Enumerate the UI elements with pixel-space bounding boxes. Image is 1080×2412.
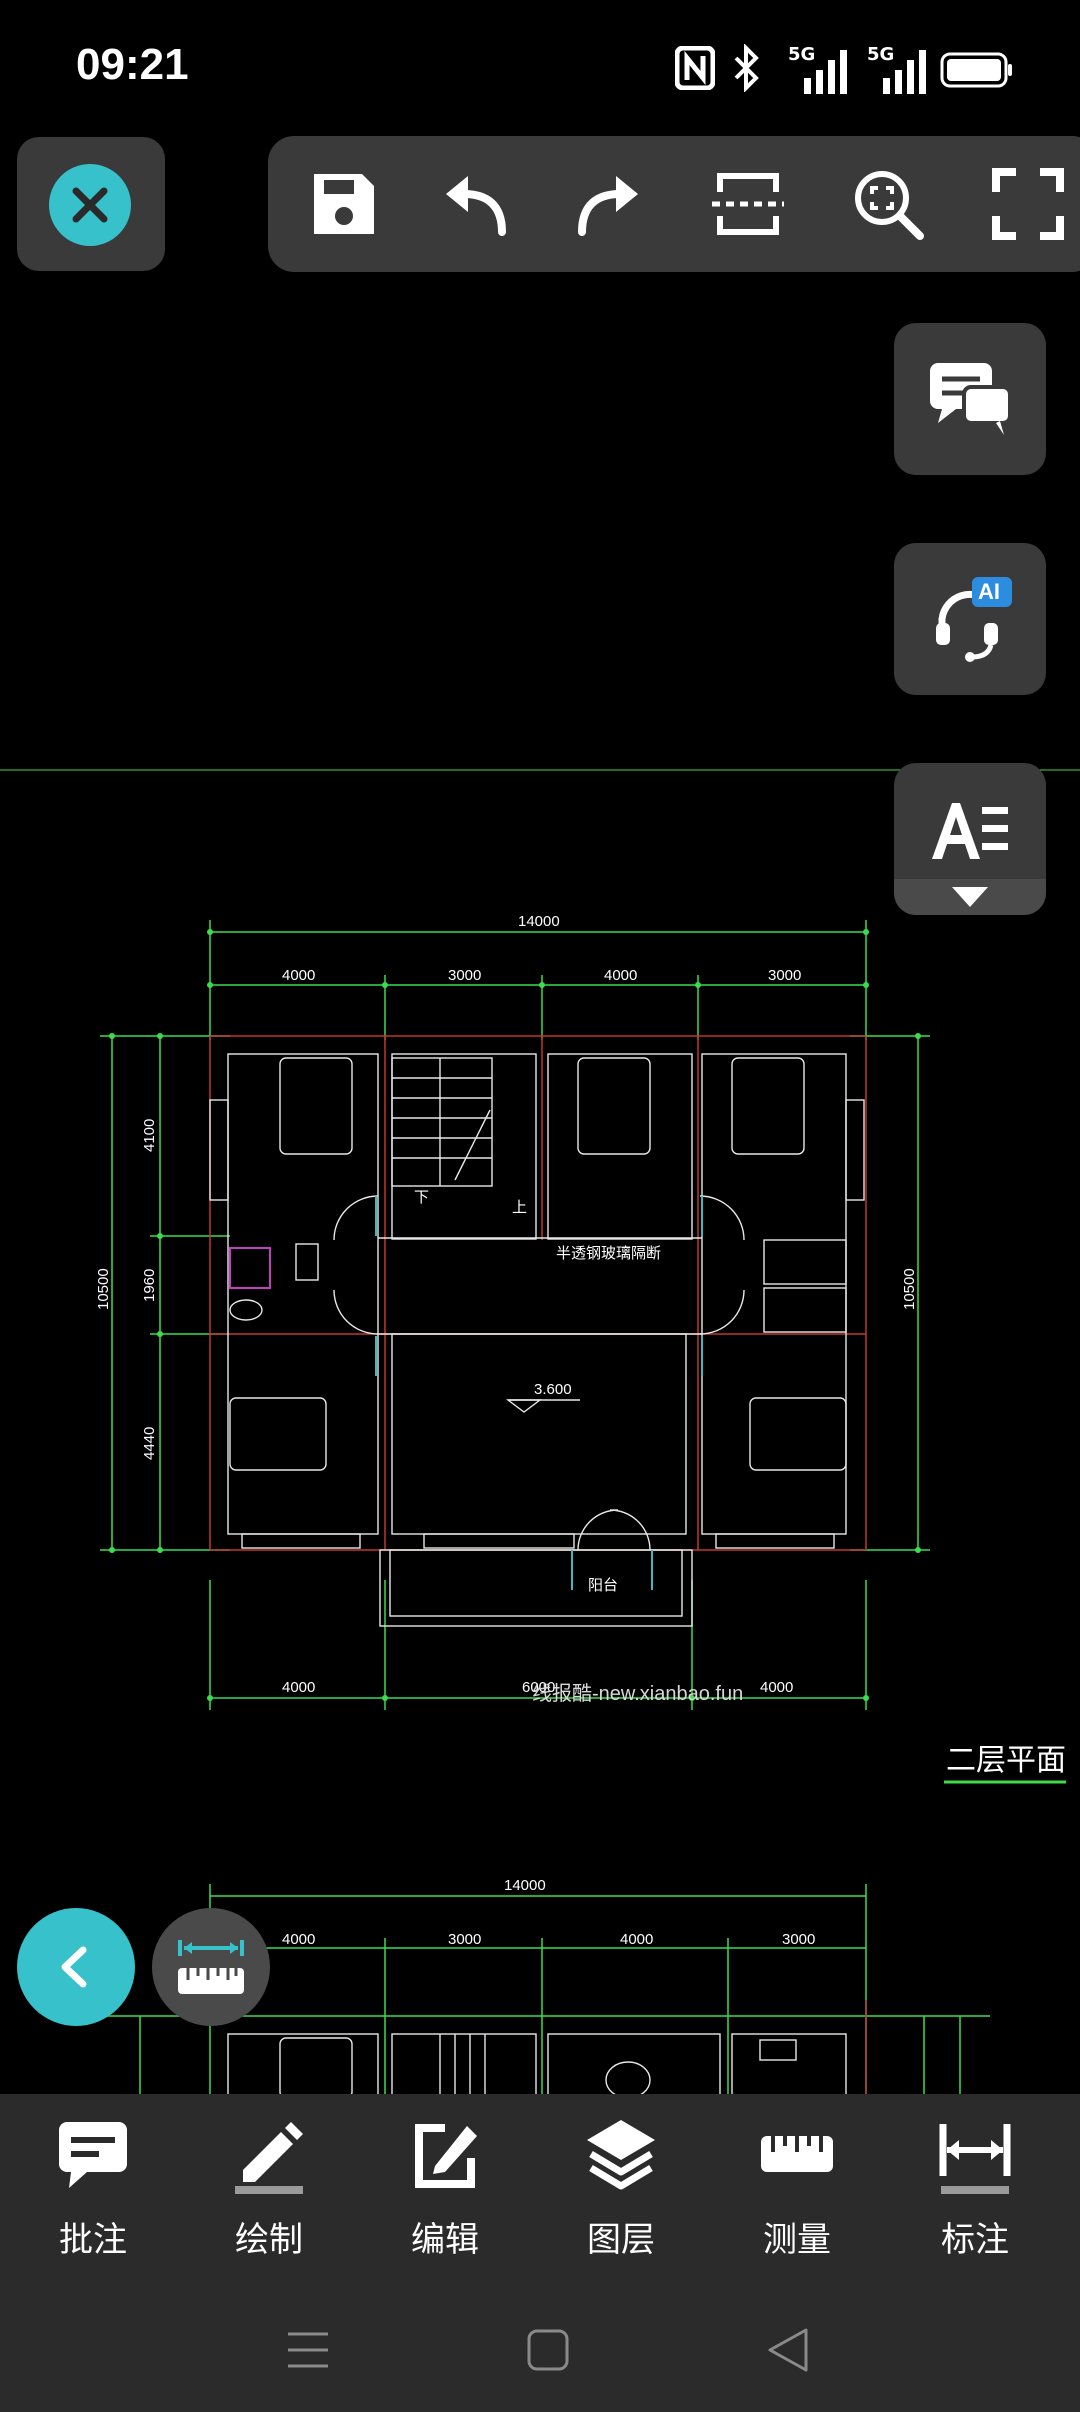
tab-draw-label: 绘制: [235, 2220, 303, 2260]
plan2-dim-top-4: 3000: [782, 1931, 815, 1948]
tab-dimension-label: 标注: [941, 2220, 1009, 2260]
dim-bottom-3: 4000: [760, 1679, 793, 1696]
close-button-panel: [17, 137, 165, 271]
fullscreen-button[interactable]: [988, 164, 1068, 244]
plan1-axes: [209, 1035, 867, 1551]
level-label: 3.600: [534, 1381, 572, 1398]
text-style-icon: [932, 803, 1008, 859]
zoom-fit-button[interactable]: [848, 164, 928, 244]
undo-button[interactable]: [436, 164, 516, 244]
back-fab-button[interactable]: [17, 1908, 135, 2026]
save-button[interactable]: [304, 164, 384, 244]
triangle-down-icon: [952, 887, 988, 907]
tab-measure-label: 测量: [763, 2220, 831, 2260]
dimension-icon: [939, 2124, 1011, 2194]
tab-measure[interactable]: 测量: [722, 2114, 872, 2260]
dim-right-total: 10500: [901, 1268, 918, 1310]
zoom-fit-icon: [855, 171, 924, 240]
plan1-dimensions: [100, 920, 930, 1710]
tab-annotation-label: 批注: [59, 2220, 127, 2260]
comments-button[interactable]: [894, 323, 1046, 475]
dim-left-3: 4440: [141, 1427, 158, 1460]
dimension-ticks: [109, 929, 921, 1701]
system-nav-bar: [0, 2294, 1080, 2412]
plan1-title: 二层平面: [946, 1744, 1066, 1777]
close-button[interactable]: [49, 164, 131, 246]
comments-icon: [930, 363, 1012, 435]
plan2-dim-top-3: 4000: [620, 1931, 653, 1948]
plan2-dim-top-2: 3000: [448, 1931, 481, 1948]
redo-icon: [578, 176, 638, 236]
tab-dimension[interactable]: 标注: [900, 2114, 1050, 2260]
dim-left-2: 1960: [141, 1269, 158, 1302]
stair-down-label: 下: [414, 1189, 429, 1206]
ai-support-button[interactable]: AI: [894, 543, 1046, 695]
ai-badge: AI: [978, 579, 1000, 604]
layers-icon: [587, 2120, 655, 2190]
crop-icon: [712, 173, 784, 235]
menu-icon[interactable]: [286, 2328, 330, 2372]
plan2-walls: [227, 2033, 847, 2100]
tab-layers[interactable]: 图层: [546, 2114, 696, 2260]
tab-edit[interactable]: 编辑: [370, 2114, 520, 2260]
balcony-label: 阳台: [588, 1577, 618, 1594]
crop-select-button[interactable]: [708, 164, 788, 244]
plan2-dim-top-1: 4000: [282, 1931, 315, 1948]
dim-top-4: 3000: [768, 967, 801, 984]
fullscreen-icon: [992, 168, 1064, 240]
close-icon: [72, 187, 108, 223]
shower-symbol: [229, 1247, 271, 1289]
ruler-fab-button[interactable]: [152, 1908, 270, 2026]
dim-top-1: 4000: [282, 967, 315, 984]
tab-layers-label: 图层: [587, 2220, 655, 2260]
text-style-button[interactable]: [894, 763, 1046, 915]
dim-top-3: 4000: [604, 967, 637, 984]
redo-button[interactable]: [568, 164, 648, 244]
save-icon: [314, 174, 374, 234]
dim-overall: 14000: [518, 913, 560, 930]
tab-edit-label: 编辑: [411, 2220, 479, 2260]
plan2-labels: 14000 4000 3000 4000 3000: [282, 1877, 815, 1948]
tab-annotation[interactable]: 批注: [18, 2114, 168, 2260]
ai-support-icon: [936, 577, 1012, 662]
text-style-expand[interactable]: [894, 879, 1046, 915]
plan2-dim-overall: 14000: [504, 1877, 546, 1894]
dim-left-1: 4100: [141, 1119, 158, 1152]
bottom-toolbar: 批注 绘制 编辑 图层 测量 标注: [0, 2094, 1080, 2412]
glass-partition-label: 半透钢玻璃隔断: [556, 1245, 661, 1262]
draw-icon: [235, 2122, 303, 2194]
cad-drawing-canvas[interactable]: 14000 4000 3000 4000 3000 10500 4100 196…: [0, 0, 1080, 2100]
edit-icon: [415, 2124, 477, 2188]
undo-icon: [446, 176, 506, 236]
plan1-walls: [209, 1053, 865, 1627]
dim-left-total: 10500: [95, 1268, 112, 1310]
dim-top-2: 3000: [448, 967, 481, 984]
measure-icon: [761, 2136, 833, 2172]
top-toolbar: [268, 136, 1080, 272]
back-icon[interactable]: [766, 2326, 810, 2374]
watermark: 线报酷-new.xianbao.fun: [532, 1682, 743, 1705]
plan1-labels: 14000 4000 3000 4000 3000 10500 4100 196…: [95, 913, 1066, 1777]
stair-up-label: 上: [512, 1199, 527, 1216]
chevron-left-icon: [61, 1946, 87, 1988]
home-icon[interactable]: [526, 2328, 570, 2372]
annotation-icon: [59, 2122, 127, 2188]
ruler-icon: [178, 1940, 244, 1994]
tab-draw[interactable]: 绘制: [194, 2114, 344, 2260]
dim-bottom-1: 4000: [282, 1679, 315, 1696]
